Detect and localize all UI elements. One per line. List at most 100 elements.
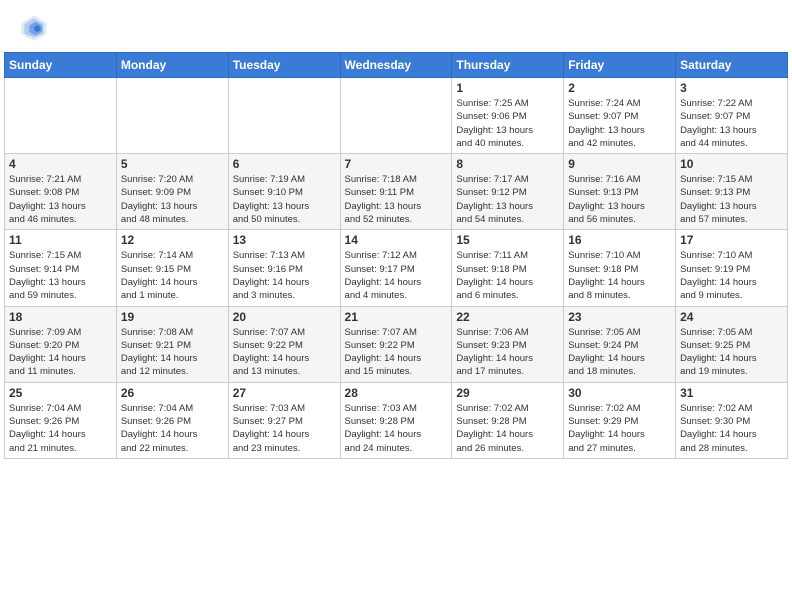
calendar-cell: 17 Sunrise: 7:10 AM Sunset: 9:19 PM Dayli… <box>676 230 788 306</box>
logo-icon <box>18 12 50 44</box>
day-number: 5 <box>121 157 224 171</box>
calendar-cell: 19 Sunrise: 7:08 AM Sunset: 9:21 PM Dayli… <box>116 306 228 382</box>
calendar-cell: 13 Sunrise: 7:13 AM Sunset: 9:16 PM Dayli… <box>228 230 340 306</box>
day-info: Sunrise: 7:14 AM Sunset: 9:15 PM Dayligh… <box>121 249 224 302</box>
day-number: 6 <box>233 157 336 171</box>
day-info: Sunrise: 7:06 AM Sunset: 9:23 PM Dayligh… <box>456 326 559 379</box>
day-info: Sunrise: 7:10 AM Sunset: 9:19 PM Dayligh… <box>680 249 783 302</box>
day-info: Sunrise: 7:11 AM Sunset: 9:18 PM Dayligh… <box>456 249 559 302</box>
calendar-cell: 26 Sunrise: 7:04 AM Sunset: 9:26 PM Dayli… <box>116 382 228 458</box>
calendar-cell: 25Sunrise: 7:04 AM Sunset: 9:26 PM Dayli… <box>5 382 117 458</box>
day-number: 24 <box>680 310 783 324</box>
day-info: Sunrise: 7:22 AM Sunset: 9:07 PM Dayligh… <box>680 97 783 150</box>
day-info: Sunrise: 7:07 AM Sunset: 9:22 PM Dayligh… <box>345 326 448 379</box>
day-number: 3 <box>680 81 783 95</box>
day-info: Sunrise: 7:03 AM Sunset: 9:28 PM Dayligh… <box>345 402 448 455</box>
day-number: 29 <box>456 386 559 400</box>
day-of-week-header: Tuesday <box>228 53 340 78</box>
day-of-week-header: Wednesday <box>340 53 452 78</box>
day-info: Sunrise: 7:02 AM Sunset: 9:29 PM Dayligh… <box>568 402 671 455</box>
calendar-cell: 7 Sunrise: 7:18 AM Sunset: 9:11 PM Daylig… <box>340 154 452 230</box>
day-of-week-header: Friday <box>564 53 676 78</box>
day-info: Sunrise: 7:05 AM Sunset: 9:25 PM Dayligh… <box>680 326 783 379</box>
calendar-cell: 9 Sunrise: 7:16 AM Sunset: 9:13 PM Daylig… <box>564 154 676 230</box>
calendar-cell: 29 Sunrise: 7:02 AM Sunset: 9:28 PM Dayli… <box>452 382 564 458</box>
calendar-cell: 24 Sunrise: 7:05 AM Sunset: 9:25 PM Dayli… <box>676 306 788 382</box>
calendar-cell: 1 Sunrise: 7:25 AM Sunset: 9:06 PM Daylig… <box>452 78 564 154</box>
calendar-week-row: 4 Sunrise: 7:21 AM Sunset: 9:08 PM Daylig… <box>5 154 788 230</box>
calendar-week-row: 18 Sunrise: 7:09 AM Sunset: 9:20 PM Dayli… <box>5 306 788 382</box>
calendar-cell <box>228 78 340 154</box>
calendar-cell: 28 Sunrise: 7:03 AM Sunset: 9:28 PM Dayli… <box>340 382 452 458</box>
calendar-cell: 10Sunrise: 7:15 AM Sunset: 9:13 PM Dayli… <box>676 154 788 230</box>
day-of-week-header: Thursday <box>452 53 564 78</box>
day-of-week-header: Sunday <box>5 53 117 78</box>
calendar-cell: 20 Sunrise: 7:07 AM Sunset: 9:22 PM Dayli… <box>228 306 340 382</box>
calendar-cell: 22 Sunrise: 7:06 AM Sunset: 9:23 PM Dayli… <box>452 306 564 382</box>
day-number: 20 <box>233 310 336 324</box>
day-info: Sunrise: 7:09 AM Sunset: 9:20 PM Dayligh… <box>9 326 112 379</box>
day-number: 30 <box>568 386 671 400</box>
day-number: 12 <box>121 233 224 247</box>
day-number: 1 <box>456 81 559 95</box>
day-info: Sunrise: 7:03 AM Sunset: 9:27 PM Dayligh… <box>233 402 336 455</box>
day-number: 14 <box>345 233 448 247</box>
day-info: Sunrise: 7:02 AM Sunset: 9:28 PM Dayligh… <box>456 402 559 455</box>
calendar-cell: 6Sunrise: 7:19 AM Sunset: 9:10 PM Daylig… <box>228 154 340 230</box>
day-info: Sunrise: 7:17 AM Sunset: 9:12 PM Dayligh… <box>456 173 559 226</box>
calendar-cell: 12 Sunrise: 7:14 AM Sunset: 9:15 PM Dayli… <box>116 230 228 306</box>
day-info: Sunrise: 7:04 AM Sunset: 9:26 PM Dayligh… <box>121 402 224 455</box>
day-of-week-header: Saturday <box>676 53 788 78</box>
calendar-cell: 3 Sunrise: 7:22 AM Sunset: 9:07 PM Daylig… <box>676 78 788 154</box>
day-info: Sunrise: 7:15 AM Sunset: 9:14 PM Dayligh… <box>9 249 112 302</box>
day-number: 9 <box>568 157 671 171</box>
day-number: 4 <box>9 157 112 171</box>
calendar-cell: 4 Sunrise: 7:21 AM Sunset: 9:08 PM Daylig… <box>5 154 117 230</box>
day-number: 2 <box>568 81 671 95</box>
day-info: Sunrise: 7:25 AM Sunset: 9:06 PM Dayligh… <box>456 97 559 150</box>
calendar-cell <box>340 78 452 154</box>
calendar-cell: 21 Sunrise: 7:07 AM Sunset: 9:22 PM Dayli… <box>340 306 452 382</box>
calendar-header-row: SundayMondayTuesdayWednesdayThursdayFrid… <box>5 53 788 78</box>
day-number: 17 <box>680 233 783 247</box>
calendar-week-row: 1 Sunrise: 7:25 AM Sunset: 9:06 PM Daylig… <box>5 78 788 154</box>
day-number: 23 <box>568 310 671 324</box>
calendar-cell: 23Sunrise: 7:05 AM Sunset: 9:24 PM Dayli… <box>564 306 676 382</box>
day-number: 11 <box>9 233 112 247</box>
calendar-week-row: 11 Sunrise: 7:15 AM Sunset: 9:14 PM Dayli… <box>5 230 788 306</box>
calendar-cell: 11 Sunrise: 7:15 AM Sunset: 9:14 PM Dayli… <box>5 230 117 306</box>
day-info: Sunrise: 7:21 AM Sunset: 9:08 PM Dayligh… <box>9 173 112 226</box>
calendar-cell: 16Sunrise: 7:10 AM Sunset: 9:18 PM Dayli… <box>564 230 676 306</box>
day-info: Sunrise: 7:13 AM Sunset: 9:16 PM Dayligh… <box>233 249 336 302</box>
calendar-cell <box>116 78 228 154</box>
day-info: Sunrise: 7:20 AM Sunset: 9:09 PM Dayligh… <box>121 173 224 226</box>
day-info: Sunrise: 7:16 AM Sunset: 9:13 PM Dayligh… <box>568 173 671 226</box>
calendar-cell: 14 Sunrise: 7:12 AM Sunset: 9:17 PM Dayli… <box>340 230 452 306</box>
logo <box>18 12 54 44</box>
day-info: Sunrise: 7:18 AM Sunset: 9:11 PM Dayligh… <box>345 173 448 226</box>
day-number: 13 <box>233 233 336 247</box>
day-number: 10 <box>680 157 783 171</box>
calendar-cell <box>5 78 117 154</box>
day-info: Sunrise: 7:04 AM Sunset: 9:26 PM Dayligh… <box>9 402 112 455</box>
calendar-cell: 18 Sunrise: 7:09 AM Sunset: 9:20 PM Dayli… <box>5 306 117 382</box>
day-number: 18 <box>9 310 112 324</box>
calendar-cell: 15Sunrise: 7:11 AM Sunset: 9:18 PM Dayli… <box>452 230 564 306</box>
calendar-cell: 2 Sunrise: 7:24 AM Sunset: 9:07 PM Daylig… <box>564 78 676 154</box>
day-number: 7 <box>345 157 448 171</box>
day-of-week-header: Monday <box>116 53 228 78</box>
day-info: Sunrise: 7:10 AM Sunset: 9:18 PM Dayligh… <box>568 249 671 302</box>
calendar-cell: 31Sunrise: 7:02 AM Sunset: 9:30 PM Dayli… <box>676 382 788 458</box>
day-number: 21 <box>345 310 448 324</box>
day-number: 22 <box>456 310 559 324</box>
day-number: 31 <box>680 386 783 400</box>
calendar: SundayMondayTuesdayWednesdayThursdayFrid… <box>4 52 788 459</box>
day-info: Sunrise: 7:24 AM Sunset: 9:07 PM Dayligh… <box>568 97 671 150</box>
calendar-week-row: 25Sunrise: 7:04 AM Sunset: 9:26 PM Dayli… <box>5 382 788 458</box>
day-info: Sunrise: 7:07 AM Sunset: 9:22 PM Dayligh… <box>233 326 336 379</box>
day-info: Sunrise: 7:12 AM Sunset: 9:17 PM Dayligh… <box>345 249 448 302</box>
day-number: 26 <box>121 386 224 400</box>
day-number: 19 <box>121 310 224 324</box>
day-number: 28 <box>345 386 448 400</box>
day-info: Sunrise: 7:08 AM Sunset: 9:21 PM Dayligh… <box>121 326 224 379</box>
